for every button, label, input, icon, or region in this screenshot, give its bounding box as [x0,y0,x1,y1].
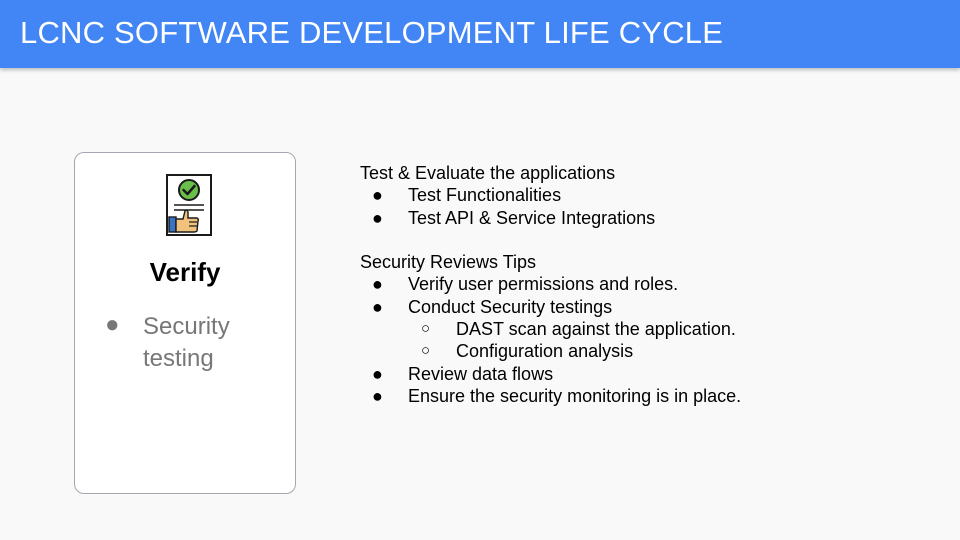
bullet-marker: ● [372,296,383,317]
verify-card: Verify ● Security testing [74,152,296,494]
bullet-marker: ● [372,363,383,384]
card-title: Verify [149,257,221,287]
list-item: ● Verify user permissions and roles. [360,273,940,295]
list-item-text: Review data flows [408,363,554,384]
slide: LCNC SOFTWARE DEVELOPMENT LIFE CYCLE Ver… [0,0,960,540]
sub-list-item-text: DAST scan against the application. [456,319,736,340]
bullet-marker: ● [372,185,383,206]
title-bar: LCNC SOFTWARE DEVELOPMENT LIFE CYCLE [0,0,960,68]
sub-list-item-text: Configuration analysis [456,341,634,362]
list-item-text: Ensure the security monitoring is in pla… [408,385,742,406]
bullet-marker: ● [372,207,383,228]
list-item-text: Verify user permissions and roles. [408,274,679,295]
card-bullet-marker: ● [105,311,120,338]
slide-title: LCNC SOFTWARE DEVELOPMENT LIFE CYCLE [20,15,724,50]
list-item-text: Conduct Security testings [408,296,613,317]
list-item-text: Test API & Service Integrations [408,207,656,228]
sub-list-item: ○ Configuration analysis [360,340,940,362]
bullet-marker: ● [372,274,383,295]
list-item: ● Conduct Security testings [360,296,940,318]
section-heading-test: Test & Evaluate the applications [360,163,616,183]
list-item: ● Test API & Service Integrations [360,207,940,229]
list-item-text: Test Functionalities [408,185,562,206]
sub-list-item: ○ DAST scan against the application. [360,318,940,340]
sub-bullet-marker: ○ [421,320,431,338]
sub-bullet-marker: ○ [421,342,431,360]
approved-document-thumbs-up-icon [166,174,212,236]
list-item: ● Review data flows [360,363,940,385]
list-item: ● Ensure the security monitoring is in p… [360,385,940,407]
card-bullet-text: Security testing [143,313,230,372]
section-heading-security: Security Reviews Tips [360,252,537,273]
bullet-marker: ● [372,385,383,406]
list-item: ● Test Functionalities [360,184,940,206]
content-text: Test & Evaluate the applications ● Test … [360,162,940,407]
